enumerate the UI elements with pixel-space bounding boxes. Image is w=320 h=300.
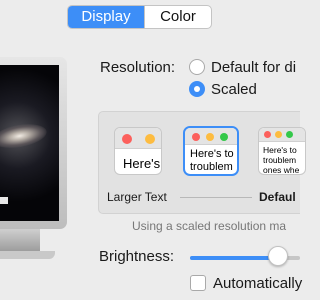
preview-text: Here's [123, 156, 161, 171]
display-preview-image [0, 57, 67, 229]
segmented-tabs: Display Color [67, 5, 212, 29]
auto-brightness-checkbox[interactable] [190, 275, 206, 291]
scale-divider-line [180, 197, 252, 198]
display-screen [0, 65, 59, 221]
preview-text: Here's to troublem ones whe [263, 145, 300, 175]
galaxy-wallpaper [0, 120, 49, 152]
brightness-label: Brightness: [99, 248, 175, 265]
minimize-dot-icon [145, 134, 155, 144]
close-dot-icon [122, 134, 132, 144]
scale-option-default[interactable]: Here's to troublem ones whe [258, 127, 306, 175]
scale-option-medium[interactable]: Here's to troublem [183, 126, 239, 176]
brightness-slider-fill [190, 256, 278, 260]
caption-larger-text: Larger Text [107, 190, 167, 204]
scaled-resolution-note: Using a scaled resolution ma [132, 219, 287, 233]
zoom-dot-icon [286, 131, 293, 138]
tab-color[interactable]: Color [144, 6, 211, 28]
preview-text: Here's to troublem [190, 148, 234, 174]
radio-default-resolution[interactable] [189, 59, 205, 75]
brightness-slider-knob[interactable] [268, 246, 288, 266]
radio-default-resolution-label[interactable]: Default for di [211, 59, 296, 76]
radio-scaled[interactable] [189, 81, 205, 97]
caption-default: Defaul [259, 190, 296, 204]
tab-display[interactable]: Display [68, 6, 144, 28]
monitor-stand-base [0, 251, 55, 259]
auto-brightness-label[interactable]: Automatically [213, 275, 302, 292]
radio-scaled-label[interactable]: Scaled [211, 81, 257, 98]
scale-option-larger-text[interactable]: Here's [114, 127, 162, 175]
minimize-dot-icon [206, 133, 214, 141]
screen-window-mini [0, 197, 8, 204]
monitor-stand [0, 229, 40, 251]
close-dot-icon [192, 133, 200, 141]
close-dot-icon [264, 131, 271, 138]
resolution-label: Resolution: [100, 59, 176, 76]
zoom-dot-icon [220, 133, 228, 141]
minimize-dot-icon [275, 131, 282, 138]
